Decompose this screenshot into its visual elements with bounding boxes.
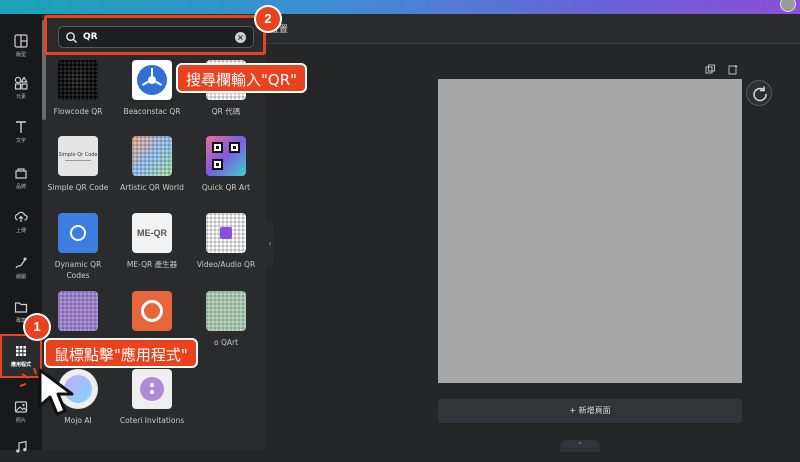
add-page-button[interactable]: + 新增頁面 <box>438 399 742 423</box>
app-thumbnail: Simple Qr Code <box>58 136 98 176</box>
app-item-dynamic-qr[interactable]: Dynamic QR Codes <box>42 213 114 281</box>
app-item-purple-qr[interactable] <box>42 291 114 331</box>
rail-item-audio[interactable] <box>0 432 42 462</box>
app-item-flowcode[interactable]: Flowcode QR <box>42 60 114 117</box>
template-icon <box>14 34 28 48</box>
app-label: Beaconstac QR <box>123 107 181 116</box>
app-item-qart[interactable]: o QArt <box>190 291 262 348</box>
app-thumbnail <box>58 213 98 253</box>
editor-toolbar <box>266 14 800 44</box>
app-thumbnail <box>132 291 172 331</box>
app-item-quick-qr[interactable]: Quick QR Art <box>190 136 262 193</box>
rail-item-brand[interactable]: 品牌 <box>0 156 42 200</box>
elements-icon <box>14 76 28 90</box>
rail-label: 文字 <box>15 138 26 144</box>
clear-icon[interactable]: × <box>235 32 246 43</box>
rail-item-elements[interactable]: 元素 <box>0 66 42 110</box>
app-item-coteri[interactable]: Coteri Invitations <box>116 369 188 426</box>
app-label: QR 代碼 <box>211 107 241 116</box>
step-1-callout: 鼠標點擊"應用程式" <box>44 338 198 368</box>
app-item-simple-qr[interactable]: Simple Qr Code Simple QR Code <box>42 136 114 193</box>
refresh-icon <box>753 86 767 102</box>
rail-label: 照片 <box>15 418 26 424</box>
app-item-video-qr[interactable]: Video/Audio QR <box>190 213 262 270</box>
audio-icon <box>16 440 27 453</box>
app-thumbnail <box>206 291 246 331</box>
app-thumbnail <box>58 60 98 100</box>
text-icon <box>16 121 26 133</box>
rail-item-templates[interactable]: 版型 <box>0 24 42 68</box>
app-label: Video/Audio QR <box>196 260 256 269</box>
duplicate-icon[interactable] <box>705 64 716 75</box>
app-label: Flowcode QR <box>53 107 103 116</box>
rail-label: 版型 <box>15 52 26 58</box>
rail-item-upload[interactable]: 上傳 <box>0 200 42 244</box>
upload-icon <box>14 211 28 222</box>
pointer-cursor-icon <box>38 368 74 416</box>
app-label: Quick QR Art <box>201 183 251 192</box>
app-thumbnail <box>58 291 98 331</box>
thumb-text: Simple Qr Code <box>58 151 98 158</box>
app-label: Dynamic QR Codes <box>54 260 102 280</box>
design-canvas[interactable] <box>438 79 742 383</box>
collapse-panel-button[interactable]: ‹ <box>266 222 274 266</box>
app-thumbnail: ME-QR <box>132 213 172 253</box>
app-label: ME-QR 產生器 <box>126 260 178 269</box>
step-1-badge: 1 <box>25 315 49 339</box>
rail-label: 元素 <box>15 94 26 100</box>
app-thumbnail <box>206 213 246 253</box>
page-panel-toggle[interactable]: ⌃ <box>560 440 600 452</box>
app-label: Coteri Invitations <box>119 416 185 425</box>
draw-icon <box>15 257 27 269</box>
app-thumbnail <box>132 60 172 100</box>
apps-grid-icon <box>16 346 26 356</box>
rail-label: 上傳 <box>15 228 26 234</box>
app-label: o QArt <box>213 338 239 347</box>
app-label: Artistic QR World <box>120 183 184 192</box>
rail-item-draw[interactable]: 繪圖 <box>0 246 42 290</box>
brand-icon <box>15 168 27 179</box>
rail-label: 品牌 <box>15 184 26 190</box>
app-item-artistic-qr[interactable]: Artistic QR World <box>116 136 188 193</box>
app-item-bitly[interactable] <box>116 291 188 331</box>
refresh-button[interactable] <box>746 80 772 106</box>
step-2-callout: 搜尋欄輸入"QR" <box>176 63 308 93</box>
search-input[interactable] <box>83 29 233 45</box>
step-2-badge: 2 <box>256 7 280 31</box>
search-box[interactable]: × <box>58 26 254 48</box>
app-thumbnail <box>206 136 246 176</box>
rail-label: 繪圖 <box>15 274 26 280</box>
top-gradient-bar <box>0 0 800 14</box>
app-thumbnail <box>132 369 172 409</box>
app-item-me-qr[interactable]: ME-QR ME-QR 產生器 <box>116 213 188 270</box>
add-page-icon[interactable] <box>728 64 739 75</box>
thumb-text: ME-QR <box>137 228 167 238</box>
app-label: Simple QR Code <box>47 183 109 192</box>
folder-icon <box>14 302 28 313</box>
app-thumbnail <box>132 136 172 176</box>
search-icon <box>66 32 78 44</box>
photos-icon <box>14 401 28 413</box>
rail-item-text[interactable]: 文字 <box>0 110 42 154</box>
